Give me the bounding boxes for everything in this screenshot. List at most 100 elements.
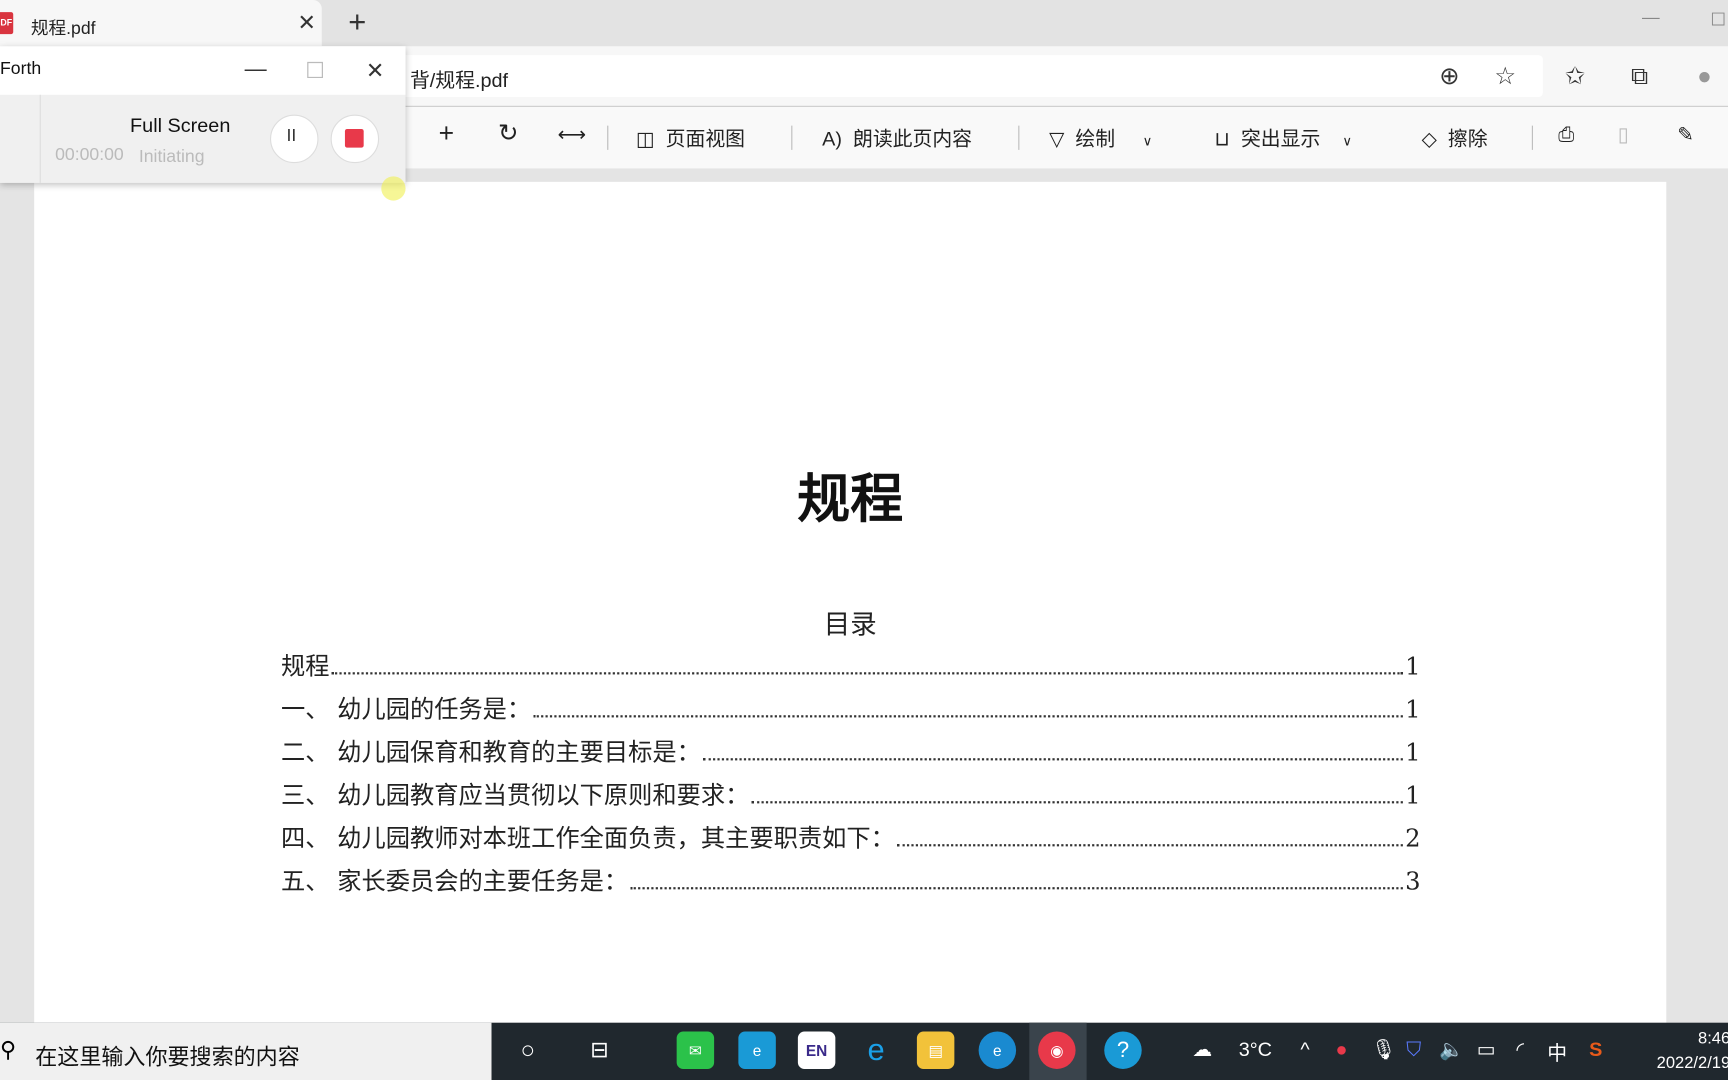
close-tab-icon[interactable]: ✕: [298, 9, 316, 37]
wechat-icon[interactable]: ✉: [676, 1031, 715, 1069]
pause-button[interactable]: II: [269, 114, 319, 164]
highlight-icon: ⊔: [1214, 127, 1230, 150]
toc-entry[interactable]: 二、 幼儿园保育和教育的主要目标是： 1: [281, 733, 1421, 768]
read-aloud-button[interactable]: A) 朗读此页内容: [822, 123, 972, 152]
chevron-down-icon[interactable]: ∨: [1143, 133, 1153, 148]
highlight-label: 突出显示: [1240, 127, 1321, 150]
toc-heading: 目录: [823, 609, 877, 641]
tab-pdf[interactable]: PDF 规程.pdf ✕: [0, 0, 322, 47]
toc-entry[interactable]: 四、 幼儿园教师对本班工作全面负责，其主要职责如下： 2: [281, 819, 1421, 854]
weather-icon[interactable]: ☁: [1192, 1038, 1212, 1061]
tab-title: 规程.pdf: [30, 19, 96, 39]
toc-leader: [751, 801, 1403, 804]
en-dictionary-icon[interactable]: EN: [797, 1031, 836, 1069]
erase-button[interactable]: ◇ 擦除: [1422, 123, 1488, 152]
ime-indicator[interactable]: 中: [1547, 1038, 1567, 1067]
stop-icon: [344, 128, 364, 148]
save-icon[interactable]: ▯: [1618, 123, 1629, 146]
ie-icon[interactable]: e: [857, 1032, 894, 1069]
battery-icon[interactable]: ▭: [1477, 1038, 1496, 1061]
microphone-icon[interactable]: 🎙: [1371, 1038, 1396, 1061]
address-bar[interactable]: [396, 55, 1543, 97]
recorder-app-name: Forth: [0, 59, 42, 79]
toc-label: 一、 幼儿园的任务是：: [281, 696, 532, 725]
page-view-icon: ◫: [635, 127, 655, 150]
divider: [791, 125, 793, 150]
toc-page: 1: [1405, 739, 1421, 768]
security-shield-icon[interactable]: ⛉: [1406, 1038, 1421, 1061]
stop-button[interactable]: [330, 114, 380, 164]
toc-entry[interactable]: 规程 1: [281, 647, 1421, 682]
toc-label: 五、 家长委员会的主要任务是：: [281, 868, 629, 896]
recorder-titlebar: [0, 46, 406, 95]
cortana-icon[interactable]: ○: [509, 1032, 546, 1069]
save-as-icon[interactable]: ✎: [1677, 123, 1694, 146]
toc-label: 规程: [281, 653, 330, 682]
toc-leader: [630, 887, 1403, 890]
read-aloud-icon: A): [822, 127, 842, 150]
erase-label: 擦除: [1447, 127, 1488, 150]
draw-button[interactable]: ▽ 绘制 ∨: [1049, 123, 1152, 152]
new-tab-button[interactable]: +: [348, 4, 366, 39]
favorites-icon[interactable]: ✩: [1565, 62, 1585, 91]
sogou-ime-icon[interactable]: S: [1589, 1038, 1602, 1061]
recorder-minimize-button[interactable]: —: [245, 57, 267, 82]
show-hidden-icons[interactable]: ^: [1300, 1038, 1309, 1061]
task-view-icon[interactable]: ⊟: [581, 1032, 618, 1069]
toc-page: 1: [1405, 653, 1421, 682]
fit-width-icon[interactable]: ⟷: [558, 123, 586, 146]
recording-mode: Full Screen: [130, 114, 231, 137]
page-view-label: 页面视图: [665, 127, 746, 150]
chevron-down-icon[interactable]: ∨: [1342, 133, 1352, 148]
divider: [1018, 125, 1020, 150]
wifi-icon[interactable]: ◜: [1516, 1038, 1524, 1061]
volume-icon[interactable]: 🔈: [1439, 1038, 1464, 1061]
recording-status: Initiating: [138, 147, 205, 167]
recording-indicator-icon: ●: [1335, 1038, 1348, 1061]
toc-page: 3: [1405, 868, 1421, 896]
pause-icon: II: [286, 126, 297, 146]
profile-avatar[interactable]: ●: [1697, 62, 1712, 91]
maximize-window-button[interactable]: ☐: [1710, 9, 1726, 31]
divider: [39, 94, 41, 183]
edge-icon[interactable]: e: [978, 1031, 1017, 1069]
recording-timer: 00:00:00: [55, 145, 124, 165]
page-view-button[interactable]: ◫ 页面视图: [636, 123, 745, 152]
add-favorite-icon[interactable]: ☆: [1494, 62, 1516, 91]
mouse-cursor-highlight: [381, 176, 406, 201]
minimize-window-button[interactable]: —: [1642, 9, 1660, 29]
search-icon: ⚲: [0, 1038, 17, 1063]
weather-temp[interactable]: 3°C: [1239, 1038, 1272, 1061]
toc-entry[interactable]: 一、 幼儿园的任务是： 1: [281, 690, 1421, 725]
read-aloud-label: 朗读此页内容: [852, 127, 973, 150]
file-explorer-icon[interactable]: ▤: [916, 1031, 955, 1069]
url-text: 背/规程.pdf: [409, 69, 509, 92]
toc-leader: [331, 672, 1403, 675]
clock[interactable]: 8:46 2022/2/19: [1642, 1027, 1728, 1075]
print-icon[interactable]: ⎙: [1558, 123, 1574, 146]
toc-page: 1: [1405, 696, 1421, 725]
zoom-in-icon[interactable]: +: [439, 119, 454, 150]
toc-entry[interactable]: 五、 家长委员会的主要任务是： 3: [281, 862, 1421, 897]
zoom-icon[interactable]: ⊕: [1439, 62, 1459, 91]
divider: [607, 125, 609, 150]
help-icon[interactable]: ?: [1104, 1031, 1142, 1069]
recorder-app-icon[interactable]: ◉: [1038, 1031, 1076, 1069]
divider: [1531, 125, 1533, 150]
recorder-close-button[interactable]: ✕: [366, 57, 384, 85]
toc-entry[interactable]: 三、 幼儿园教育应当贯彻以下原则和要求： 1: [281, 776, 1421, 811]
rotate-icon[interactable]: ↻: [498, 119, 518, 148]
document-title: 规程: [797, 470, 904, 529]
pdf-icon: PDF: [0, 12, 14, 35]
toc-page: 2: [1405, 825, 1421, 853]
recorder-maximize-button[interactable]: ☐: [305, 57, 325, 85]
highlight-button[interactable]: ⊔ 突出显示 ∨: [1214, 123, 1352, 152]
toc-leader: [703, 758, 1403, 761]
pdf-page: 规程 目录 规程 1 一、 幼儿园的任务是： 1 二、 幼儿园保育和教育的主要目标是： 1…: [34, 181, 1667, 1031]
toc-page: 1: [1405, 782, 1421, 810]
collections-icon[interactable]: ⧉: [1631, 62, 1648, 91]
toc-label: 四、 幼儿园教师对本班工作全面负责，其主要职责如下：: [281, 825, 895, 853]
app-icon[interactable]: e: [738, 1031, 776, 1069]
eraser-icon: ◇: [1421, 127, 1437, 150]
toc-leader: [897, 844, 1403, 847]
